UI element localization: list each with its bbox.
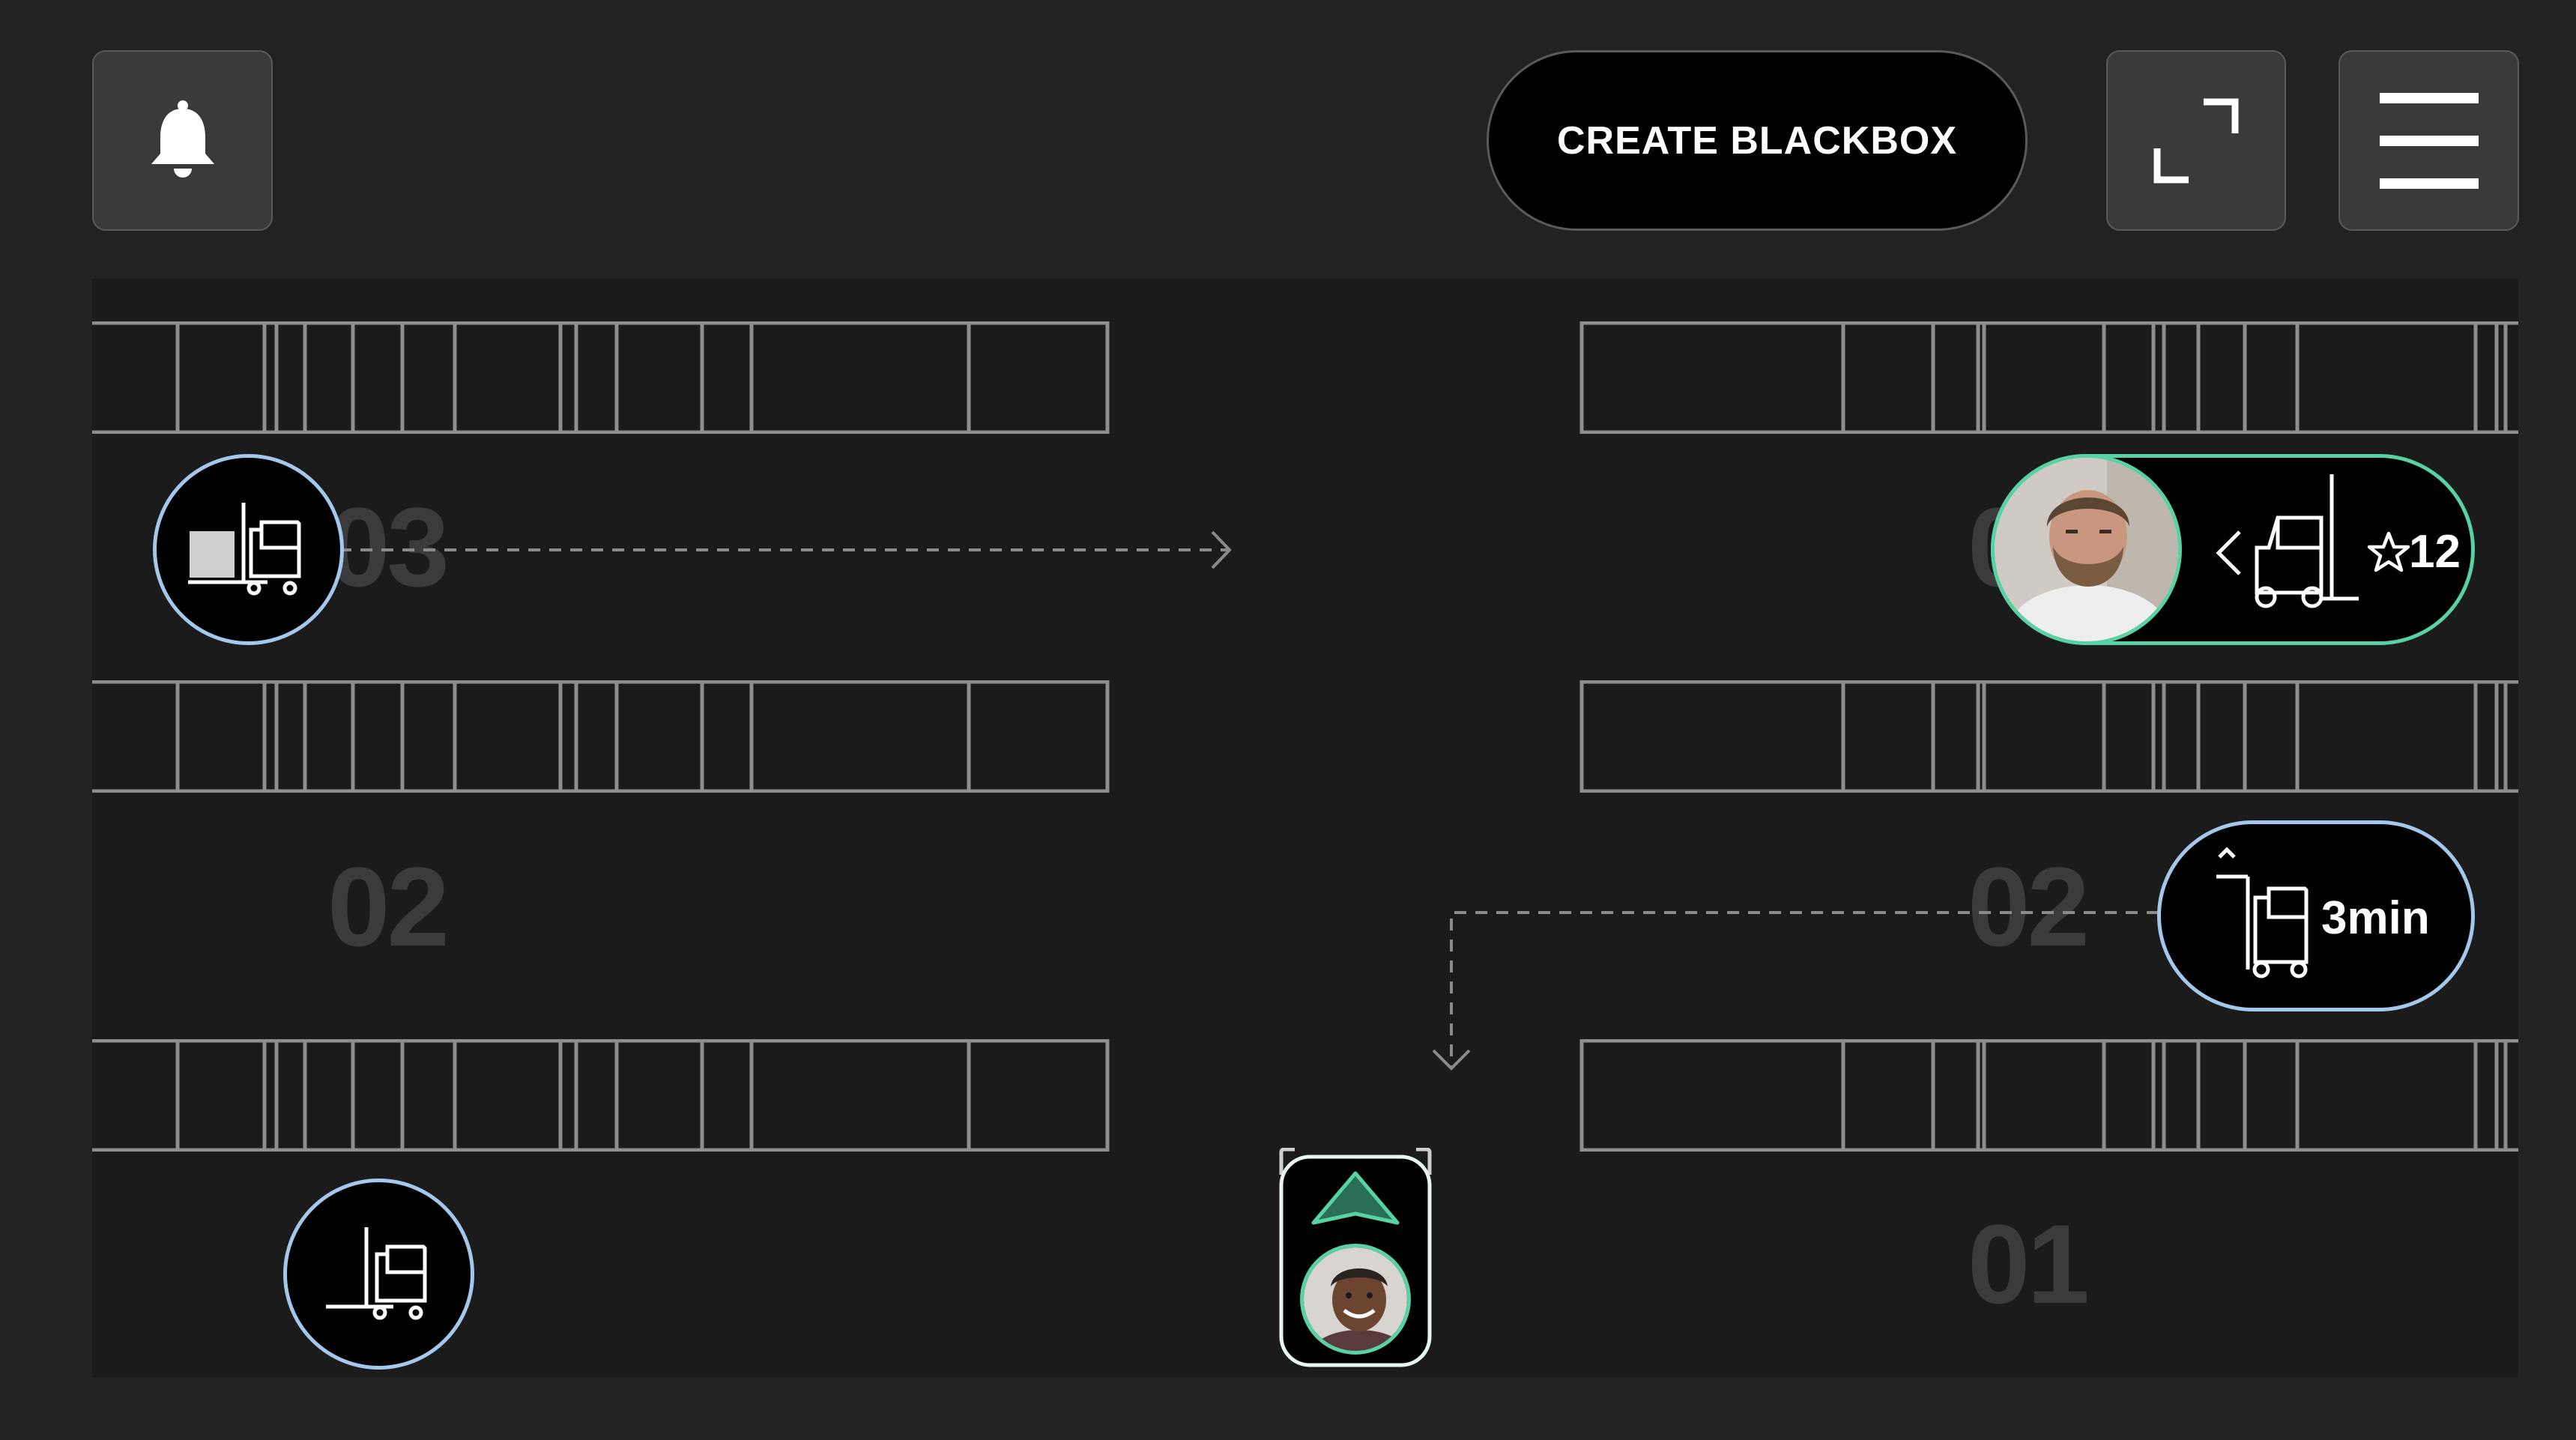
forklift-icon <box>2216 847 2309 978</box>
menu-button[interactable] <box>2338 50 2519 231</box>
bell-icon <box>151 100 214 178</box>
hamburger-menu-icon <box>2379 92 2479 189</box>
driver-rating-badge[interactable]: 12 <box>1991 454 2475 645</box>
forklift-icon <box>188 503 301 596</box>
route-path-bottom <box>1432 911 2243 1071</box>
navigation-arrow-icon <box>1311 1171 1400 1225</box>
aisle-number-right-01: 01 <box>1968 1201 2090 1327</box>
expand-button[interactable] <box>2106 50 2286 231</box>
notification-button[interactable] <box>92 50 273 231</box>
create-blackbox-label: CREATE BLACKBOX <box>1556 118 1958 163</box>
aisle-number-left-02: 02 <box>327 844 450 969</box>
rack-left-2 <box>92 680 1110 793</box>
eta-value: 3min <box>2321 892 2430 944</box>
current-vehicle-marker[interactable] <box>1272 1148 1439 1370</box>
driver-avatar-bearded <box>1991 454 2182 645</box>
current-user-avatar <box>1300 1244 1411 1355</box>
rating-value: 12 <box>2409 526 2461 578</box>
rack-right-1 <box>1579 321 2518 434</box>
forklift-badge-empty[interactable] <box>283 1179 474 1370</box>
forklift-badge-loaded[interactable] <box>153 454 344 645</box>
chevron-left-icon <box>2216 530 2241 575</box>
create-blackbox-button[interactable]: CREATE BLACKBOX <box>1487 50 2028 231</box>
rack-left-1 <box>92 321 1110 434</box>
expand-icon <box>2153 98 2239 183</box>
forklift-icon <box>326 1227 427 1320</box>
eta-badge[interactable]: 3min <box>2157 820 2475 1011</box>
forklift-icon <box>2255 474 2359 608</box>
rack-left-3 <box>92 1039 1110 1152</box>
rack-right-2 <box>1579 680 2518 793</box>
warehouse-map[interactable]: 03 02 03 02 01 <box>92 279 2518 1377</box>
route-path-top <box>339 530 1232 569</box>
star-icon <box>2367 531 2410 572</box>
